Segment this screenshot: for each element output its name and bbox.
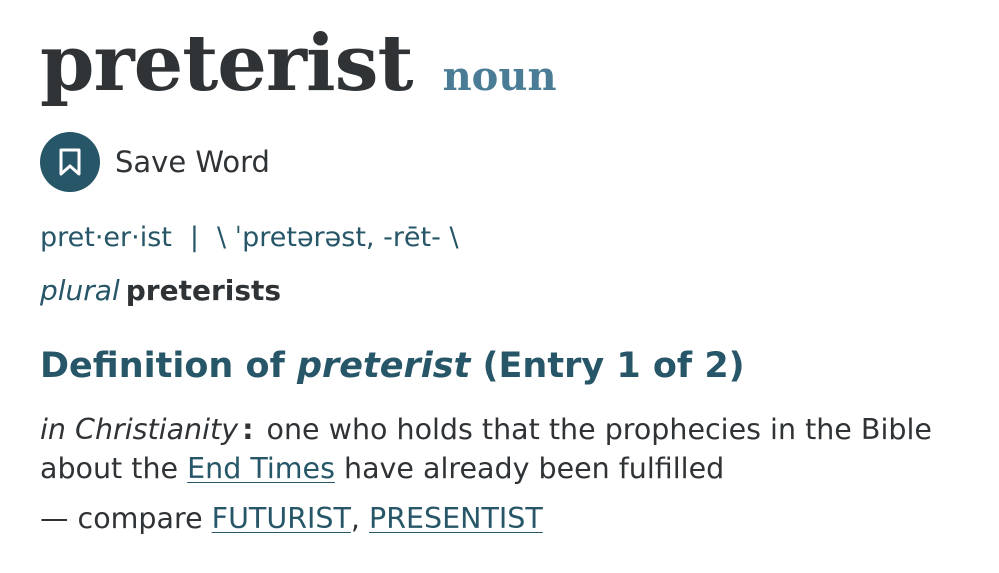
end-times-link[interactable]: End Times xyxy=(187,452,335,485)
headword-row: preterist noun xyxy=(40,18,557,109)
plural-form: preterists xyxy=(125,274,282,307)
compare-prefix: — compare xyxy=(40,502,212,535)
plural-row: plural preterists xyxy=(40,274,281,307)
save-word-button[interactable]: Save Word xyxy=(40,132,270,192)
compare-row: — compare FUTURIST, PRESENTIST xyxy=(40,502,543,535)
definition-text: in Christianity: one who holds that the … xyxy=(40,410,990,488)
pronunciation-row: pret·er·ist | \ ˈpretərəst, -rēt- \ xyxy=(40,222,459,253)
definition-heading: Definition of preterist (Entry 1 of 2) xyxy=(40,346,745,386)
pronunciation-separator: | xyxy=(189,222,199,253)
definition-text-after: have already been fulfilled xyxy=(334,452,725,485)
subject-label: in Christianity xyxy=(40,413,239,446)
pronunciation-ipa[interactable]: \ ˈpretərəst, -rēt- \ xyxy=(217,222,459,253)
definition-heading-word: preterist xyxy=(296,346,471,386)
definition-colon: : xyxy=(242,413,254,446)
save-word-label[interactable]: Save Word xyxy=(115,145,270,179)
presentist-link[interactable]: PRESENTIST xyxy=(369,502,543,535)
plural-label: plural xyxy=(40,274,120,307)
definition-heading-suffix: (Entry 1 of 2) xyxy=(470,346,745,386)
futurist-link[interactable]: FUTURIST xyxy=(212,502,351,535)
syllabification: pret·er·ist xyxy=(40,222,172,253)
definition-heading-prefix: Definition of xyxy=(40,346,297,386)
headword: preterist xyxy=(40,18,414,109)
part-of-speech[interactable]: noun xyxy=(443,53,557,100)
bookmark-icon[interactable] xyxy=(40,132,100,192)
compare-separator: , xyxy=(350,502,370,535)
